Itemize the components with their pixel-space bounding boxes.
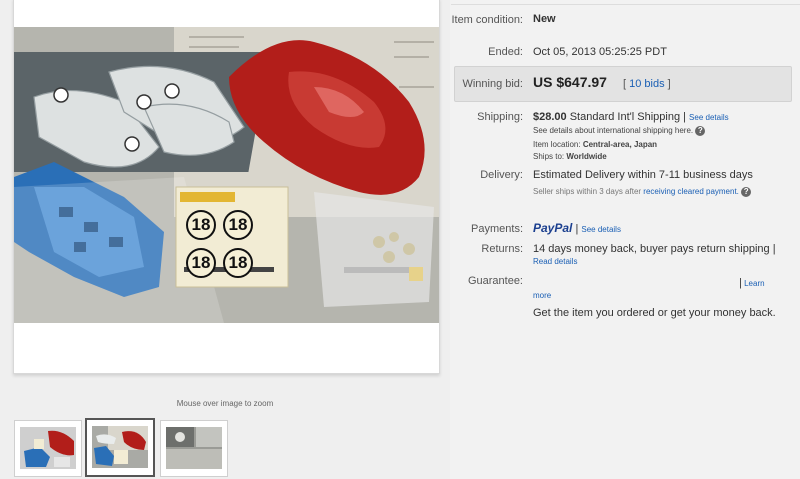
decal-number-2: 18 [223,210,253,240]
decal-number-1: 18 [186,210,216,240]
main-image-frame[interactable]: 18 18 18 18 [13,0,440,374]
bids-link[interactable]: 10 bids [629,78,664,90]
thumbnail-2-image [92,426,148,468]
delivery-note: Seller ships within 3 days after receivi… [533,184,773,200]
winning-bid-label: Winning bid: [462,78,523,90]
returns-read-details: Read details [533,257,577,266]
delivery-label: Delivery: [480,169,523,181]
thumbnail-2-selected[interactable] [85,418,155,477]
help-icon[interactable]: ? [695,126,706,136]
top-divider [451,4,800,5]
decal-number-4: 18 [223,248,253,278]
zoom-hint: Mouse over image to zoom [176,399,274,408]
decal-number-3: 18 [186,248,216,278]
guarantee-learn: | Learn [739,277,765,289]
shipping-see-details-link[interactable]: See details [689,113,729,122]
guarantee-text: Get the item you ordered or get your mon… [533,307,776,319]
learn-more-link-a[interactable]: Learn [744,279,764,288]
returns-label: Returns: [481,243,523,255]
main-product-photo[interactable]: 18 18 18 18 [14,27,439,323]
ships-to-label: Ships to: [533,152,565,161]
item-location-value: Central-area, Japan [582,140,658,149]
paypal-logo: PayPal [533,221,573,235]
thumbnail-3[interactable] [160,420,228,477]
guarantee-separator: | [739,277,742,289]
ended-value: Oct 05, 2013 05:25:25 PDT [533,46,667,58]
item-details-panel: Item condition: New Ended: Oct 05, 2013 … [451,0,800,479]
payments-label: Payments: [471,223,523,235]
shipping-label: Shipping: [477,111,523,123]
learn-more-link-b[interactable]: more [533,291,551,300]
payments-separator: | [575,223,579,235]
delivery-note-text: Seller ships within 3 days after [533,187,642,196]
thumbnail-1[interactable] [14,420,82,477]
bid-count-close-bracket: ] [667,78,671,90]
slot-car-kit-photo [14,27,439,323]
thumbnail-1-image [20,427,76,469]
payments-see-details-link[interactable]: See details [581,225,621,234]
payments-line: PayPal | See details [533,221,621,235]
ended-label: Ended: [488,46,523,58]
shipping-intl-note-text: See details about international shipping… [533,126,694,136]
shipping-method: Standard Int'l Shipping | [569,111,686,123]
bid-count: [ 10 bids ] [623,78,671,90]
guarantee-more: more [533,291,551,300]
read-details-link[interactable]: Read details [533,257,577,266]
shipping-intl-note: See details about international shipping… [533,126,706,136]
image-gallery: 18 18 18 18 Mouse over image to zoom [0,0,450,479]
item-condition-value: New [533,13,556,25]
delivery-value: Estimated Delivery within 7-11 business … [533,169,753,181]
thumbnail-3-image [166,427,222,469]
ships-to: Ships to: Worldwide [533,152,607,161]
receiving-cleared-payment-link[interactable]: receiving cleared payment. [643,187,739,196]
delivery-help-icon[interactable]: ? [741,186,752,197]
winning-bid-value: US $647.97 [533,74,607,90]
returns-value: 14 days money back, buyer pays return sh… [533,243,776,255]
shipping-line: $28.00 Standard Int'l Shipping | See det… [533,111,729,123]
guarantee-label: Guarantee: [467,275,523,287]
ships-to-value: Worldwide [566,152,607,161]
item-location-label: Item location: [533,140,581,149]
item-condition-label: Item condition: [451,14,523,26]
bid-count-open-bracket: [ [623,78,627,90]
shipping-cost: $28.00 [533,111,567,123]
item-location: Item location: Central-area, Japan [533,140,657,149]
